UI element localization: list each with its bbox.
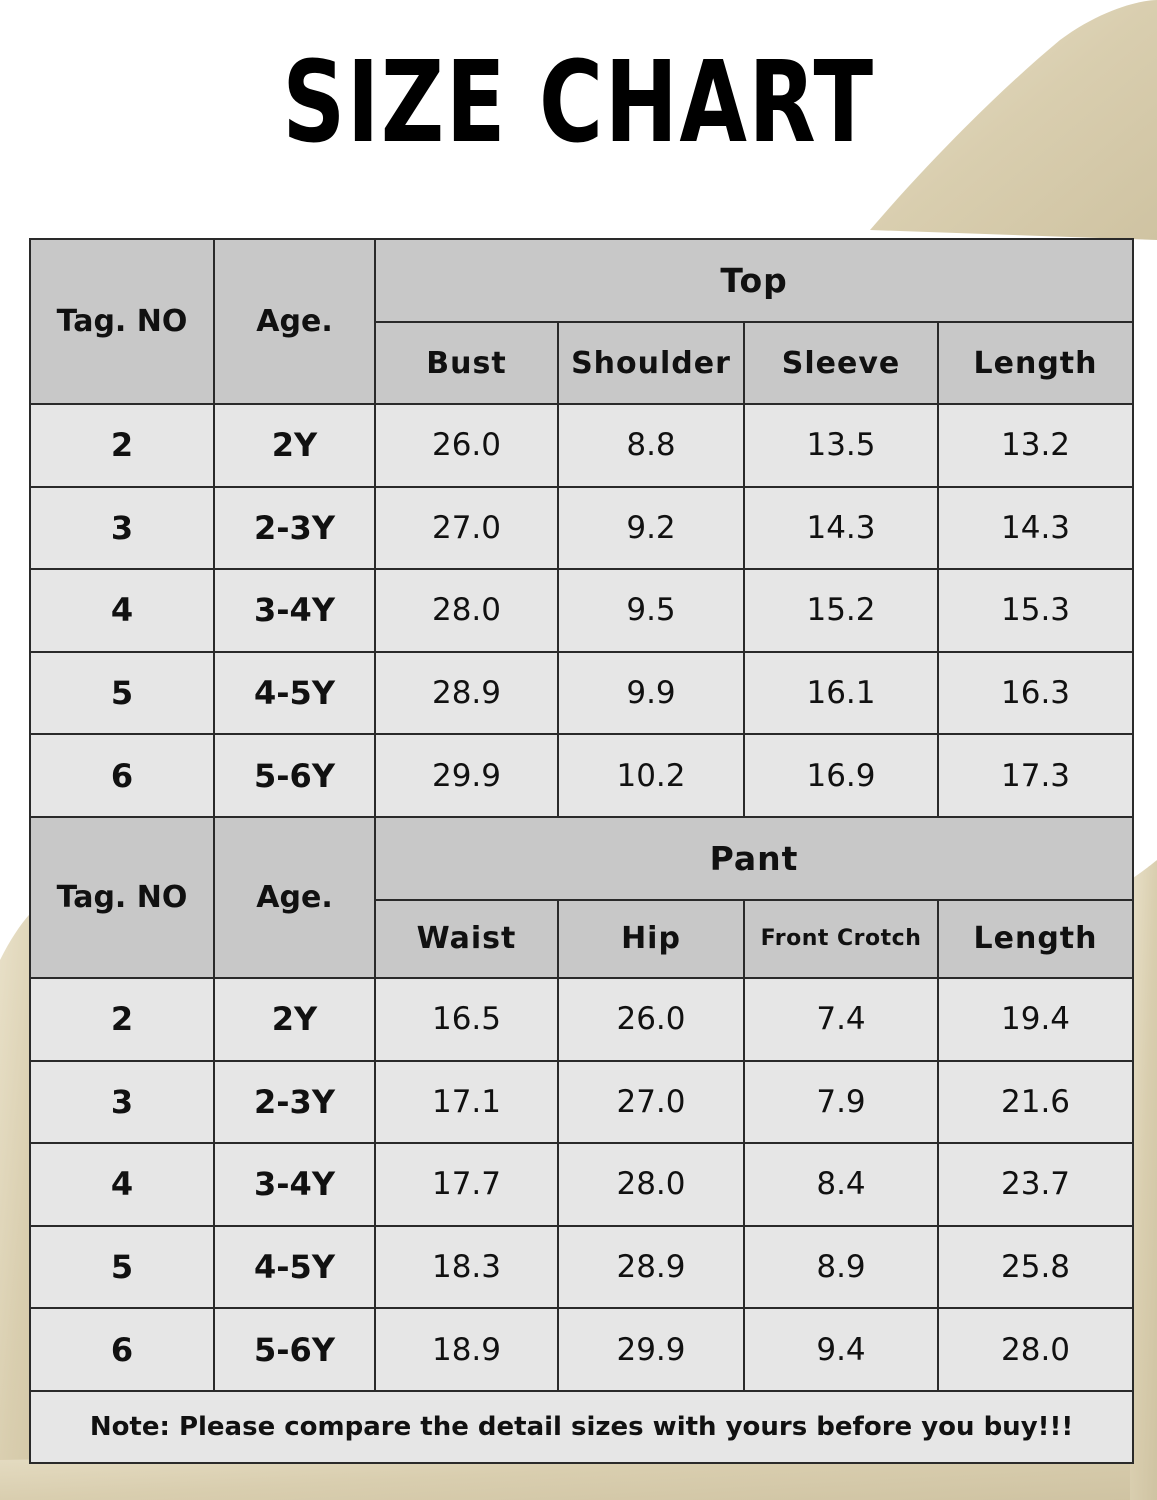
value-cell: 28.0 xyxy=(936,1307,1135,1392)
table-row: 4 3-4Y 17.7 28.0 8.4 23.7 xyxy=(29,1142,1135,1227)
value-cell: 23.7 xyxy=(936,1142,1135,1227)
column-header: Hip xyxy=(557,898,745,979)
value-cell: 29.9 xyxy=(374,733,559,818)
table-row: 3 2-3Y 17.1 27.0 7.9 21.6 xyxy=(29,1059,1135,1145)
value-cell: 18.3 xyxy=(374,1224,559,1310)
value-cell: 16.9 xyxy=(743,733,939,818)
value-cell: 9.4 xyxy=(743,1307,939,1392)
page-title: SIZE CHART xyxy=(282,38,875,168)
age-cell: 2Y xyxy=(213,403,376,488)
table-row: 4 3-4Y 28.0 9.5 15.2 15.3 xyxy=(29,568,1135,653)
value-cell: 27.0 xyxy=(374,485,559,571)
age-cell: 3-4Y xyxy=(213,568,376,653)
pant-group-header: Pant xyxy=(373,815,1135,901)
age-cell: 4-5Y xyxy=(213,650,376,736)
value-cell: 16.5 xyxy=(374,976,559,1062)
tag-header: Tag. NO xyxy=(29,238,215,405)
value-cell: 9.2 xyxy=(557,485,745,571)
top-group-header: Top xyxy=(373,238,1135,323)
value-cell: 28.9 xyxy=(374,650,559,736)
tag-cell: 2 xyxy=(29,403,215,488)
size-chart-table: Tag. NO Age. Top Bust Shoulder Sleeve Le… xyxy=(28,238,1135,1464)
note-row: Note: Please compare the detail sizes wi… xyxy=(28,1389,1135,1464)
pant-group-row: Tag. NO Age. Pant xyxy=(29,815,1135,979)
table-row: 5 4-5Y 28.9 9.9 16.1 16.3 xyxy=(29,650,1135,736)
value-cell: 9.9 xyxy=(557,650,745,736)
column-header: Front Crotch xyxy=(743,898,939,979)
value-cell: 13.5 xyxy=(743,403,939,488)
value-cell: 18.9 xyxy=(374,1307,559,1392)
table-row: 6 5-6Y 18.9 29.9 9.4 28.0 xyxy=(29,1307,1135,1392)
tag-cell: 5 xyxy=(29,650,215,736)
tag-cell: 6 xyxy=(29,733,215,818)
value-cell: 8.4 xyxy=(743,1142,939,1227)
age-cell: 3-4Y xyxy=(213,1142,376,1227)
value-cell: 28.0 xyxy=(374,568,559,653)
age-cell: 5-6Y xyxy=(213,1307,376,1392)
column-header: Length xyxy=(936,898,1135,979)
value-cell: 19.4 xyxy=(936,976,1135,1062)
table-row: 3 2-3Y 27.0 9.2 14.3 14.3 xyxy=(29,485,1135,571)
value-cell: 28.9 xyxy=(557,1224,745,1310)
value-cell: 13.2 xyxy=(936,403,1135,488)
tag-cell: 6 xyxy=(29,1307,215,1392)
tag-header: Tag. NO xyxy=(29,815,215,979)
age-cell: 4-5Y xyxy=(213,1224,376,1310)
tag-cell: 3 xyxy=(29,1059,215,1145)
value-cell: 16.3 xyxy=(936,650,1135,736)
value-cell: 15.2 xyxy=(743,568,939,653)
value-cell: 26.0 xyxy=(557,976,745,1062)
value-cell: 21.6 xyxy=(936,1059,1135,1145)
age-cell: 5-6Y xyxy=(213,733,376,818)
column-header: Sleeve xyxy=(743,321,939,405)
value-cell: 16.1 xyxy=(743,650,939,736)
column-header: Shoulder xyxy=(557,321,745,405)
value-cell: 7.4 xyxy=(743,976,939,1062)
column-header: Length xyxy=(936,321,1135,405)
value-cell: 28.0 xyxy=(557,1142,745,1227)
note-text: Note: Please compare the detail sizes wi… xyxy=(28,1389,1135,1464)
column-header: Waist xyxy=(374,898,559,979)
tag-cell: 3 xyxy=(29,485,215,571)
value-cell: 26.0 xyxy=(374,403,559,488)
value-cell: 14.3 xyxy=(743,485,939,571)
value-cell: 17.7 xyxy=(374,1142,559,1227)
value-cell: 29.9 xyxy=(557,1307,745,1392)
value-cell: 25.8 xyxy=(936,1224,1135,1310)
tag-cell: 5 xyxy=(29,1224,215,1310)
age-cell: 2-3Y xyxy=(213,1059,376,1145)
column-header: Bust xyxy=(374,321,559,405)
table-row: 5 4-5Y 18.3 28.9 8.9 25.8 xyxy=(29,1224,1135,1310)
value-cell: 10.2 xyxy=(557,733,745,818)
age-header: Age. xyxy=(213,815,376,979)
table-row: 2 2Y 26.0 8.8 13.5 13.2 xyxy=(29,403,1135,488)
value-cell: 8.8 xyxy=(557,403,745,488)
age-cell: 2Y xyxy=(213,976,376,1062)
value-cell: 17.3 xyxy=(936,733,1135,818)
value-cell: 17.1 xyxy=(374,1059,559,1145)
table-row: 2 2Y 16.5 26.0 7.4 19.4 xyxy=(29,976,1135,1062)
value-cell: 9.5 xyxy=(557,568,745,653)
age-cell: 2-3Y xyxy=(213,485,376,571)
tag-cell: 4 xyxy=(29,1142,215,1227)
value-cell: 8.9 xyxy=(743,1224,939,1310)
age-header: Age. xyxy=(213,238,376,405)
value-cell: 15.3 xyxy=(936,568,1135,653)
tag-cell: 4 xyxy=(29,568,215,653)
value-cell: 27.0 xyxy=(557,1059,745,1145)
table-row: 6 5-6Y 29.9 10.2 16.9 17.3 xyxy=(29,733,1135,818)
top-group-row: Tag. NO Age. Top xyxy=(29,238,1135,405)
value-cell: 14.3 xyxy=(936,485,1135,571)
tag-cell: 2 xyxy=(29,976,215,1062)
value-cell: 7.9 xyxy=(743,1059,939,1145)
